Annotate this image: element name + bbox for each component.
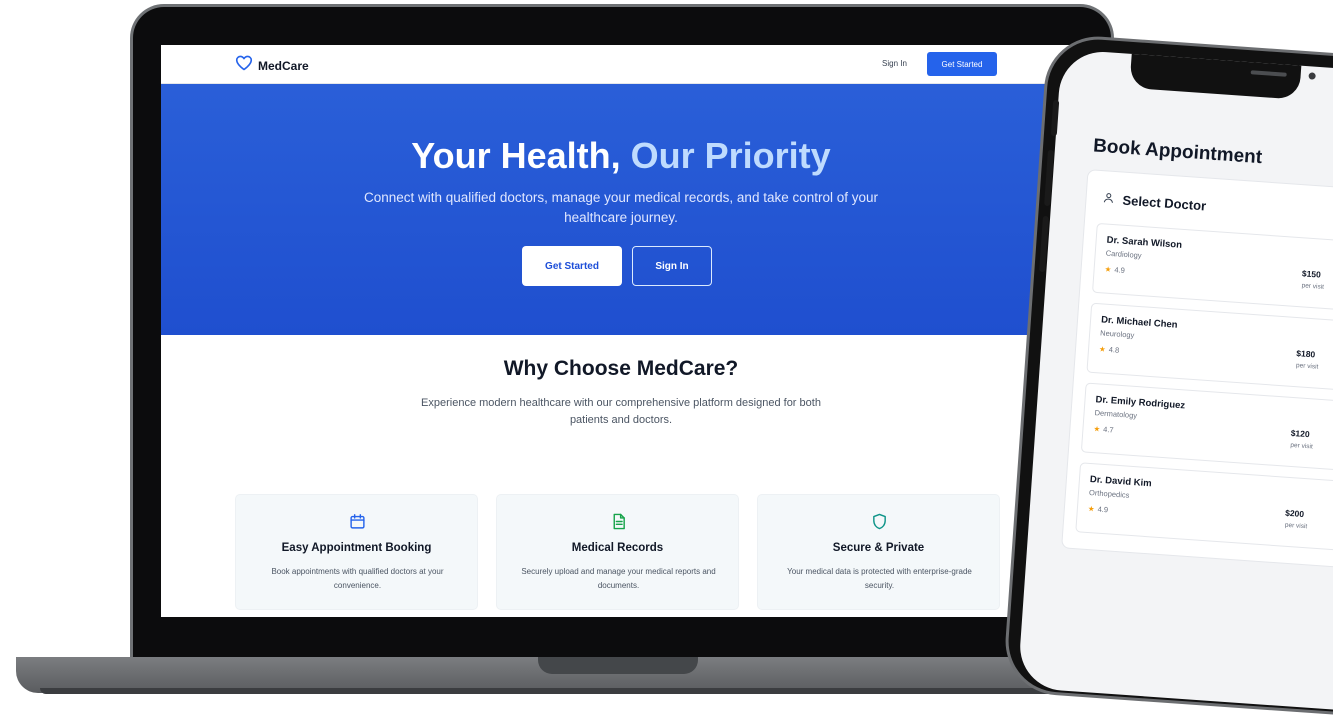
hero-section: Your Health, Our Priority Connect with q… xyxy=(161,84,1081,335)
star-icon: ★ xyxy=(1104,264,1112,274)
phone-notch xyxy=(1129,49,1316,100)
feature-title: Easy Appointment Booking xyxy=(281,542,432,554)
doctor-rating: ★ 4.8 xyxy=(1099,344,1120,354)
calendar-icon xyxy=(349,513,366,530)
feature-card-booking: Easy Appointment Booking Book appointmen… xyxy=(235,494,478,610)
doctor-price: $150 xyxy=(1301,268,1322,280)
doctor-specialty: Orthopedics xyxy=(1088,487,1130,500)
hero-title: Your Health, Our Priority xyxy=(161,135,1081,177)
select-doctor-label: Select Doctor xyxy=(1122,192,1207,214)
why-subtitle: Experience modern healthcare with our co… xyxy=(421,397,821,426)
document-icon xyxy=(610,513,627,530)
nav-sign-in-link[interactable]: Sign In xyxy=(882,59,907,68)
user-icon xyxy=(1102,191,1115,207)
brand[interactable]: MedCare xyxy=(235,55,309,76)
front-camera xyxy=(1308,72,1316,80)
feature-card-security: Secure & Private Your medical data is pr… xyxy=(757,494,1000,610)
heart-icon xyxy=(235,55,253,76)
doctor-price: $120 xyxy=(1290,427,1310,440)
feature-title: Medical Records xyxy=(571,542,664,554)
laptop-base-shadow xyxy=(40,688,1090,694)
doctor-name: Dr. David Kim xyxy=(1089,474,1152,490)
doctor-specialty: Dermatology xyxy=(1094,408,1138,421)
hero-get-started-button[interactable]: Get Started xyxy=(522,246,622,286)
doctor-specialty: Cardiology xyxy=(1105,248,1142,261)
feature-description: Book appointments with qualified doctors… xyxy=(271,567,444,590)
doctor-rating: ★ 4.9 xyxy=(1104,265,1125,275)
doctor-price: $180 xyxy=(1296,348,1316,360)
laptop-notch xyxy=(538,657,698,674)
navbar: MedCare Sign In Get Started xyxy=(161,45,1081,84)
price-unit: per visit xyxy=(1284,521,1308,531)
doctor-price: $200 xyxy=(1284,507,1305,520)
rating-value: 4.7 xyxy=(1102,424,1114,435)
price-unit: per visit xyxy=(1301,282,1325,291)
feature-description: Securely upload and manage your medical … xyxy=(521,567,716,590)
feature-description: Your medical data is protected with ente… xyxy=(787,567,972,590)
hero-sign-in-button[interactable]: Sign In xyxy=(632,246,712,286)
appointment-title: Book Appointment xyxy=(1092,135,1263,169)
doctor-card[interactable]: Dr. Emily Rodriguez Dermatology ★ 4.7 $12… xyxy=(1080,382,1333,477)
brand-name: MedCare xyxy=(258,58,309,73)
feature-title: Secure & Private xyxy=(832,542,925,554)
doctor-card[interactable]: Dr. David Kim Orthopedics ★ 4.9 $200 per … xyxy=(1075,462,1333,556)
doctor-specialty: Neurology xyxy=(1099,328,1135,340)
rating-value: 4.9 xyxy=(1097,504,1109,515)
rating-value: 4.9 xyxy=(1114,265,1126,275)
price-unit: per visit xyxy=(1295,362,1319,371)
nav-get-started-button[interactable]: Get Started xyxy=(927,52,997,76)
shield-icon xyxy=(871,513,888,530)
doctor-rating: ★ 4.9 xyxy=(1088,504,1109,514)
star-icon: ★ xyxy=(1087,503,1095,514)
hero-subtitle: Connect with qualified doctors, manage y… xyxy=(363,190,879,225)
doctor-card[interactable]: Dr. Sarah Wilson Cardiology ★ 4.9 $150 pe… xyxy=(1091,222,1333,317)
why-title: Why Choose MedCare? xyxy=(503,357,739,380)
rating-value: 4.8 xyxy=(1108,345,1120,355)
phone-frame: Book Appointment Select Doctor Dr. Sarah… xyxy=(1001,33,1333,721)
laptop-screen: MedCare Sign In Get Started Your Health,… xyxy=(161,45,1081,617)
price-unit: per visit xyxy=(1290,441,1314,451)
select-doctor-panel: Select Doctor Dr. Sarah Wilson Cardiolog… xyxy=(1061,169,1333,574)
hero-title-accent: Our Priority xyxy=(630,135,831,176)
speaker-grille xyxy=(1250,70,1287,77)
doctor-rating: ★ 4.7 xyxy=(1093,424,1114,434)
feature-card-records: Medical Records Securely upload and mana… xyxy=(496,494,739,610)
phone-screen: Book Appointment Select Doctor Dr. Sarah… xyxy=(1017,49,1333,716)
star-icon: ★ xyxy=(1098,344,1107,354)
star-icon: ★ xyxy=(1093,424,1101,434)
select-doctor-heading: Select Doctor xyxy=(1102,191,1207,213)
doctor-card[interactable]: Dr. Michael Chen Neurology ★ 4.8 $180 per… xyxy=(1086,302,1333,397)
hero-title-main: Your Health, xyxy=(411,135,621,176)
